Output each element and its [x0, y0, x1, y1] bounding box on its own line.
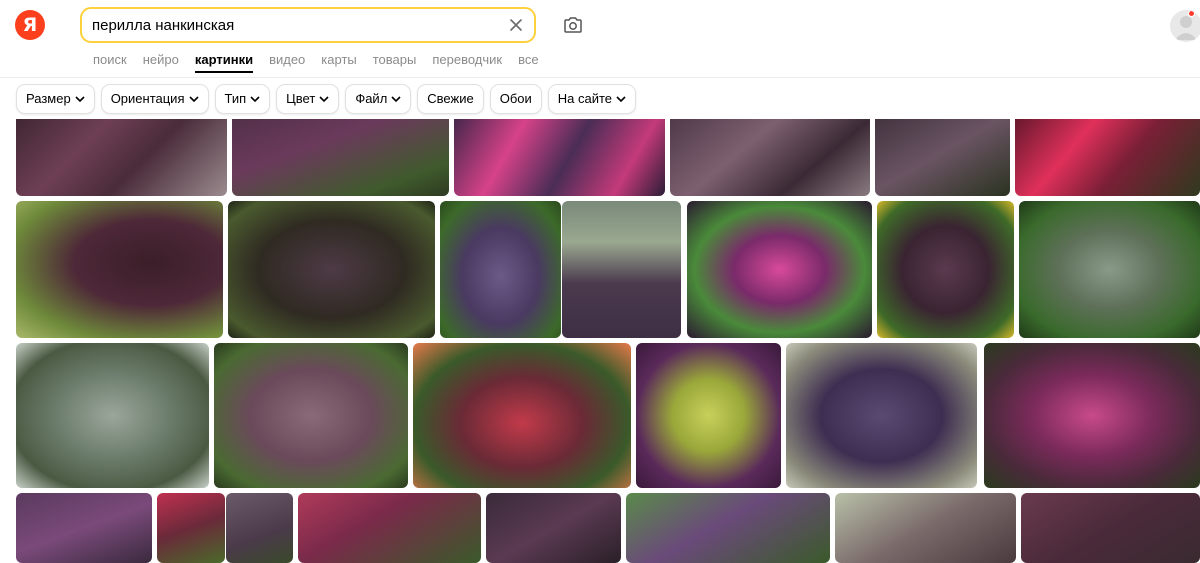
- image-result[interactable]: [232, 108, 449, 196]
- chevron-down-icon: [250, 95, 260, 102]
- filter-label: Тип: [224, 91, 247, 106]
- chevron-down-icon: [75, 95, 85, 102]
- filter-fresh[interactable]: Свежие: [417, 83, 484, 114]
- image-result[interactable]: [16, 201, 223, 338]
- close-icon: [510, 19, 522, 31]
- tab-neuro[interactable]: нейро: [143, 52, 179, 72]
- filter-on-site[interactable]: На сайте: [547, 83, 637, 114]
- filter-label: Цвет: [286, 91, 316, 106]
- filter-label: Обои: [499, 91, 532, 106]
- filter-label: Размер: [26, 91, 71, 106]
- filter-label: Свежие: [427, 91, 474, 106]
- image-result[interactable]: [214, 343, 408, 488]
- image-result[interactable]: [1015, 108, 1200, 196]
- header: Я поиск нейро картинки видео карты товар…: [0, 0, 1200, 78]
- tab-translator[interactable]: переводчик: [432, 52, 502, 72]
- image-result[interactable]: [1019, 201, 1200, 338]
- filter-file[interactable]: Файл: [345, 83, 412, 114]
- tab-all[interactable]: все: [518, 52, 539, 72]
- image-result[interactable]: [298, 493, 481, 563]
- image-result[interactable]: [636, 343, 781, 488]
- filter-orientation[interactable]: Ориентация: [100, 83, 209, 114]
- image-result[interactable]: [835, 493, 1016, 563]
- filter-type[interactable]: Тип: [214, 83, 271, 114]
- image-result[interactable]: [486, 493, 621, 563]
- image-result[interactable]: [440, 201, 561, 338]
- image-result[interactable]: [454, 108, 665, 196]
- image-result[interactable]: [413, 343, 631, 488]
- clear-search-button[interactable]: [506, 15, 526, 35]
- image-result[interactable]: [626, 493, 830, 563]
- tab-search[interactable]: поиск: [93, 52, 127, 72]
- image-result[interactable]: [877, 201, 1014, 338]
- filter-label: На сайте: [557, 91, 613, 106]
- tab-images[interactable]: картинки: [194, 52, 254, 73]
- image-result[interactable]: [562, 201, 681, 338]
- yandex-logo[interactable]: Я: [15, 10, 45, 40]
- search-box: [80, 7, 536, 43]
- image-result[interactable]: [226, 493, 293, 563]
- tab-maps[interactable]: карты: [321, 52, 356, 72]
- image-result[interactable]: [157, 493, 225, 563]
- notification-dot: [1188, 10, 1195, 17]
- image-result[interactable]: [786, 343, 977, 488]
- avatar-icon: [1175, 16, 1197, 40]
- user-avatar[interactable]: [1170, 10, 1200, 42]
- filter-wallpapers[interactable]: Обои: [489, 83, 542, 114]
- filters-bar: Размер Ориентация Тип Цвет Файл Свежие О…: [0, 78, 1200, 119]
- filter-label: Ориентация: [110, 91, 185, 106]
- image-result[interactable]: [228, 201, 435, 338]
- image-result[interactable]: [984, 343, 1200, 488]
- filter-size[interactable]: Размер: [16, 83, 95, 114]
- filter-label: Файл: [355, 91, 388, 106]
- image-result[interactable]: [16, 493, 152, 563]
- logo-letter: Я: [22, 14, 38, 36]
- chevron-down-icon: [188, 95, 199, 102]
- chevron-down-icon: [391, 95, 401, 102]
- image-result[interactable]: [670, 108, 870, 196]
- chevron-down-icon: [616, 95, 626, 102]
- image-result[interactable]: [16, 108, 227, 196]
- chevron-down-icon: [319, 95, 329, 102]
- filter-color[interactable]: Цвет: [276, 83, 340, 114]
- image-result[interactable]: [16, 343, 209, 488]
- image-search-button[interactable]: [561, 13, 585, 37]
- tab-video[interactable]: видео: [269, 52, 305, 72]
- image-result[interactable]: [1021, 493, 1200, 563]
- search-tabs: поиск нейро картинки видео карты товары …: [93, 52, 555, 73]
- image-result[interactable]: [687, 201, 872, 338]
- image-result[interactable]: [875, 108, 1010, 196]
- camera-search-icon: [564, 17, 582, 33]
- tab-products[interactable]: товары: [373, 52, 417, 72]
- search-input[interactable]: [92, 15, 492, 35]
